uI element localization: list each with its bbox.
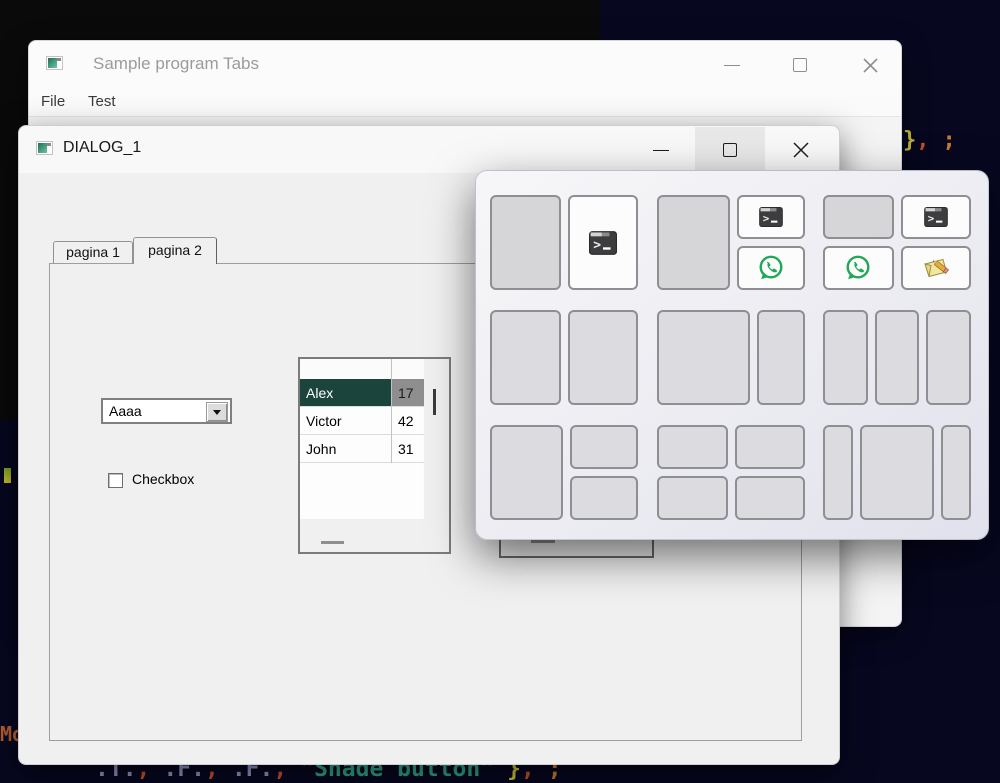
snap-zone-current[interactable] xyxy=(490,195,561,290)
whatsapp-icon xyxy=(844,254,872,282)
snap-zone[interactable] xyxy=(657,476,728,520)
snap-zone-suggestion[interactable] xyxy=(901,246,972,290)
tab-pagina-1[interactable]: pagina 1 xyxy=(53,241,133,263)
vertical-scrollbar[interactable] xyxy=(424,359,449,519)
snap-zone[interactable] xyxy=(570,476,639,520)
combobox-dropdown-button[interactable] xyxy=(206,402,228,422)
minimize-button[interactable] xyxy=(645,134,677,166)
maximize-button[interactable] xyxy=(714,134,746,166)
minimize-button[interactable] xyxy=(716,49,748,81)
terminal-icon: > xyxy=(759,207,783,227)
snap-zone[interactable] xyxy=(568,310,639,405)
notes-pencil-icon xyxy=(921,255,951,281)
cell-name: Alex xyxy=(300,379,391,407)
menu-item-file[interactable]: File xyxy=(41,93,65,110)
terminal-icon: > xyxy=(924,207,948,227)
snap-zone[interactable] xyxy=(926,310,971,405)
combobox[interactable]: Aaaa xyxy=(101,398,232,424)
snap-zone[interactable] xyxy=(657,310,750,405)
horizontal-scrollbar[interactable] xyxy=(300,519,449,552)
code-line-right: },; xyxy=(903,128,956,153)
data-table: Alex 17 Victor 42 John 31 xyxy=(298,357,451,554)
cell-name: John xyxy=(300,435,391,463)
maximize-icon xyxy=(793,58,807,72)
snap-layout-three-columns xyxy=(823,310,971,405)
minimize-icon xyxy=(653,150,669,151)
close-icon xyxy=(793,142,809,158)
snap-zone[interactable] xyxy=(875,310,920,405)
whatsapp-icon xyxy=(757,254,785,282)
cell-name: Victor xyxy=(300,407,391,435)
snap-zone[interactable] xyxy=(823,425,853,520)
scrollbar-thumb[interactable] xyxy=(433,389,436,415)
snap-zone[interactable] xyxy=(490,310,561,405)
snap-zone[interactable] xyxy=(570,425,639,469)
snap-layout-four-quarters: > xyxy=(823,195,971,290)
snap-zone[interactable] xyxy=(735,476,806,520)
column-divider xyxy=(391,359,392,463)
main-window-title: Sample program Tabs xyxy=(93,54,259,74)
menu-divider xyxy=(29,116,901,117)
close-icon xyxy=(863,58,878,73)
snap-layout-half-and-quarters xyxy=(490,425,638,520)
snap-zone[interactable] xyxy=(823,310,868,405)
dialog-titlebar[interactable]: DIALOG_1 xyxy=(19,126,839,173)
snap-layout-two-halves: > xyxy=(490,195,638,290)
svg-text:>: > xyxy=(763,212,770,225)
app-icon xyxy=(46,56,63,70)
snap-layout-side-main-side xyxy=(823,425,971,520)
svg-text:>: > xyxy=(593,237,601,252)
code-token: , xyxy=(916,128,929,153)
terminal-icon: > xyxy=(589,231,617,255)
main-titlebar[interactable]: Sample program Tabs xyxy=(29,41,901,89)
scrollbar-thumb[interactable] xyxy=(321,541,344,544)
snap-zone[interactable] xyxy=(490,425,563,520)
snap-zone-suggestion[interactable]: > xyxy=(737,195,806,239)
chevron-down-icon xyxy=(213,410,221,415)
app-icon xyxy=(36,141,53,155)
background-terminal-black-strip xyxy=(0,125,18,420)
table-row[interactable]: John 31 xyxy=(300,435,424,463)
snap-zone[interactable] xyxy=(860,425,935,520)
table-row[interactable]: Alex 17 xyxy=(300,379,424,407)
scrollbar-thumb[interactable] xyxy=(531,540,555,543)
close-button[interactable] xyxy=(854,49,886,81)
svg-text:>: > xyxy=(928,212,935,225)
maximize-icon xyxy=(723,143,737,157)
checkbox-label[interactable]: Checkbox xyxy=(132,471,194,487)
snap-zone-suggestion[interactable]: > xyxy=(901,195,972,239)
tab-pagina-2[interactable]: pagina 2 xyxy=(133,237,217,264)
table-row[interactable]: Victor 42 xyxy=(300,407,424,435)
code-token: } xyxy=(903,128,916,153)
close-button[interactable] xyxy=(785,134,817,166)
code-fragment xyxy=(4,468,11,483)
snap-zone[interactable] xyxy=(757,310,805,405)
snap-zone-current[interactable] xyxy=(823,195,894,239)
snap-layout-four-quarters xyxy=(657,425,805,520)
cell-value: 31 xyxy=(391,435,424,463)
cell-value: 17 xyxy=(391,379,424,407)
maximize-button[interactable] xyxy=(784,49,816,81)
snap-zone-suggestion[interactable] xyxy=(823,246,894,290)
menu-bar xyxy=(29,89,901,116)
snap-layout-wide-narrow xyxy=(657,310,805,405)
minimize-icon xyxy=(724,65,740,66)
snap-layouts-panel: > > xyxy=(475,170,989,540)
snap-zone[interactable] xyxy=(657,425,728,469)
table-header xyxy=(300,359,424,380)
snap-zone-suggestion[interactable] xyxy=(737,246,806,290)
snap-layout-two-halves xyxy=(490,310,638,405)
code-token: ; xyxy=(943,128,956,153)
dialog-title: DIALOG_1 xyxy=(63,139,141,157)
checkbox[interactable] xyxy=(108,473,123,488)
snap-zone[interactable] xyxy=(941,425,971,520)
snap-zone-suggestion[interactable]: > xyxy=(568,195,639,290)
combobox-value: Aaaa xyxy=(109,403,142,419)
menu-item-test[interactable]: Test xyxy=(88,93,116,110)
cell-value: 42 xyxy=(391,407,424,435)
snap-layout-half-and-quarters: > xyxy=(657,195,805,290)
snap-zone[interactable] xyxy=(735,425,806,469)
snap-zone-current[interactable] xyxy=(657,195,730,290)
